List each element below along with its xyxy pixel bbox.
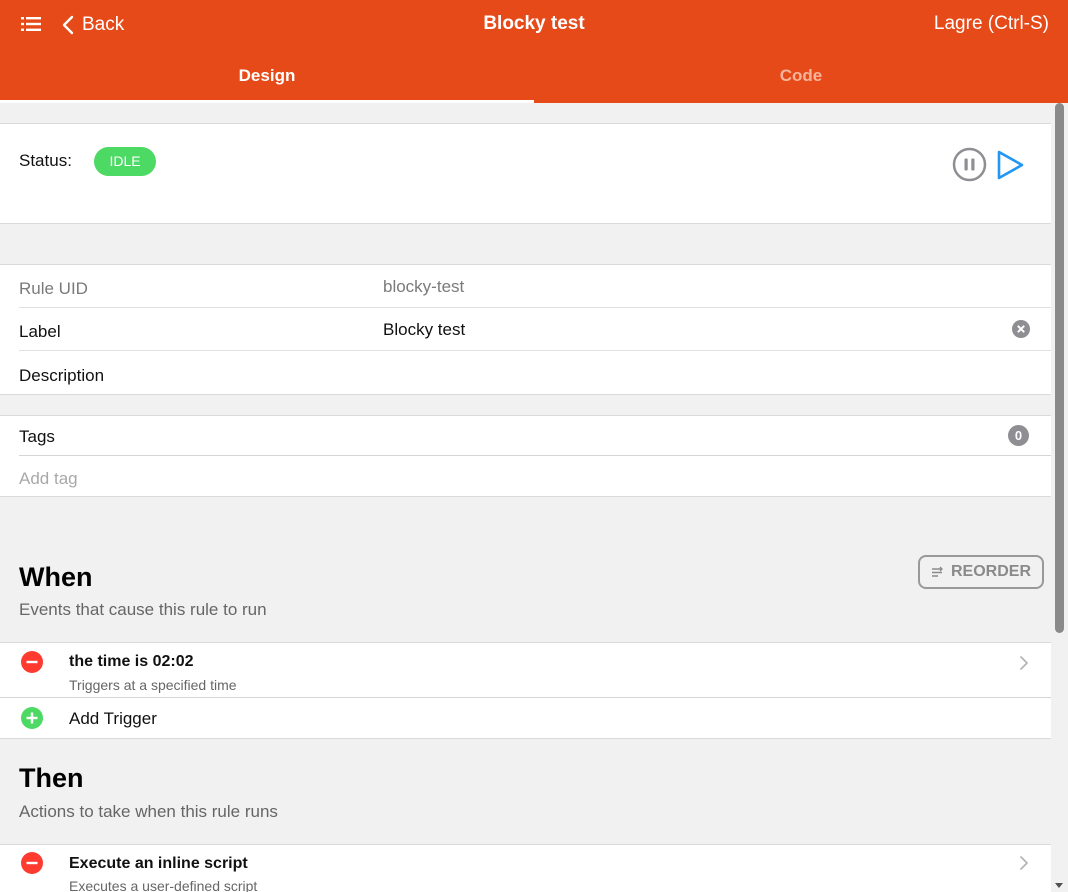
status-label: Status: bbox=[19, 151, 72, 170]
then-section-title: Then bbox=[19, 763, 84, 793]
scroll-down-arrow-icon[interactable] bbox=[1055, 883, 1063, 888]
reorder-label: REORDER bbox=[950, 563, 1031, 580]
tags-card: Tags 0 Add tag bbox=[0, 415, 1051, 497]
label-field-input[interactable]: Blocky test bbox=[383, 320, 465, 340]
rule-uid-label: Rule UID bbox=[19, 279, 88, 298]
trigger-title: the time is 02:02 bbox=[69, 653, 194, 670]
label-field-row[interactable]: Label Blocky test bbox=[19, 308, 1051, 351]
status-badge: IDLE bbox=[94, 147, 156, 176]
actions-list: Execute an inline script Executes a user… bbox=[0, 844, 1051, 892]
reorder-icon bbox=[931, 566, 943, 577]
remove-icon[interactable] bbox=[21, 651, 43, 673]
page-content: Status: IDLE Rule UID blocky-test Label … bbox=[0, 103, 1051, 892]
tab-code[interactable]: Code bbox=[534, 50, 1068, 103]
rule-uid-row: Rule UID blocky-test bbox=[19, 265, 1051, 308]
triggers-list: the time is 02:02 Triggers at a specifie… bbox=[0, 642, 1051, 739]
add-trigger-label: Add Trigger bbox=[69, 709, 157, 728]
add-tag-input[interactable]: Add tag bbox=[19, 469, 78, 489]
reorder-button[interactable]: REORDER bbox=[918, 555, 1044, 589]
chevron-right-icon[interactable] bbox=[1019, 655, 1029, 671]
action-subtitle: Executes a user-defined script bbox=[69, 878, 258, 892]
pause-icon[interactable] bbox=[952, 147, 987, 182]
clear-icon[interactable] bbox=[1012, 320, 1030, 338]
tab-bar: Design Code bbox=[0, 50, 1068, 103]
description-field-row[interactable]: Description bbox=[19, 352, 1051, 395]
tab-design-label: Design bbox=[238, 66, 296, 85]
page-title: Blocky test bbox=[483, 13, 585, 34]
then-section-subtitle: Actions to take when this rule runs bbox=[19, 802, 278, 821]
description-field-label: Description bbox=[19, 366, 105, 385]
save-button[interactable]: Lagre (Ctrl-S) bbox=[934, 13, 1049, 35]
tags-count-badge: 0 bbox=[1008, 425, 1029, 446]
label-field-label: Label bbox=[19, 322, 61, 341]
status-card: Status: IDLE bbox=[0, 123, 1051, 224]
play-icon[interactable] bbox=[996, 149, 1026, 181]
add-icon[interactable] bbox=[21, 707, 43, 729]
when-section-title: When bbox=[19, 562, 93, 592]
add-trigger-row[interactable]: Add Trigger bbox=[0, 698, 1051, 739]
list-item[interactable]: Execute an inline script Executes a user… bbox=[0, 845, 1051, 892]
rule-uid-value: blocky-test bbox=[383, 277, 465, 296]
tab-design[interactable]: Design bbox=[0, 50, 534, 103]
tags-label: Tags bbox=[19, 427, 55, 446]
when-section-subtitle: Events that cause this rule to run bbox=[19, 600, 267, 619]
scrollbar-thumb[interactable] bbox=[1055, 103, 1064, 633]
list-item[interactable]: the time is 02:02 Triggers at a specifie… bbox=[0, 643, 1051, 698]
chevron-right-icon[interactable] bbox=[1019, 855, 1029, 871]
trigger-subtitle: Triggers at a specified time bbox=[69, 677, 237, 693]
rule-info-card: Rule UID blocky-test Label Blocky test D… bbox=[0, 264, 1051, 395]
action-title: Execute an inline script bbox=[69, 855, 248, 872]
navbar: Back Blocky test Lagre (Ctrl-S) Design C… bbox=[0, 0, 1068, 103]
scrollbar[interactable] bbox=[1051, 103, 1068, 892]
remove-icon[interactable] bbox=[21, 852, 43, 874]
nav-top-bar: Back Blocky test Lagre (Ctrl-S) bbox=[0, 0, 1068, 50]
tab-code-label: Code bbox=[779, 66, 823, 85]
tags-row: Tags 0 bbox=[19, 416, 1051, 456]
